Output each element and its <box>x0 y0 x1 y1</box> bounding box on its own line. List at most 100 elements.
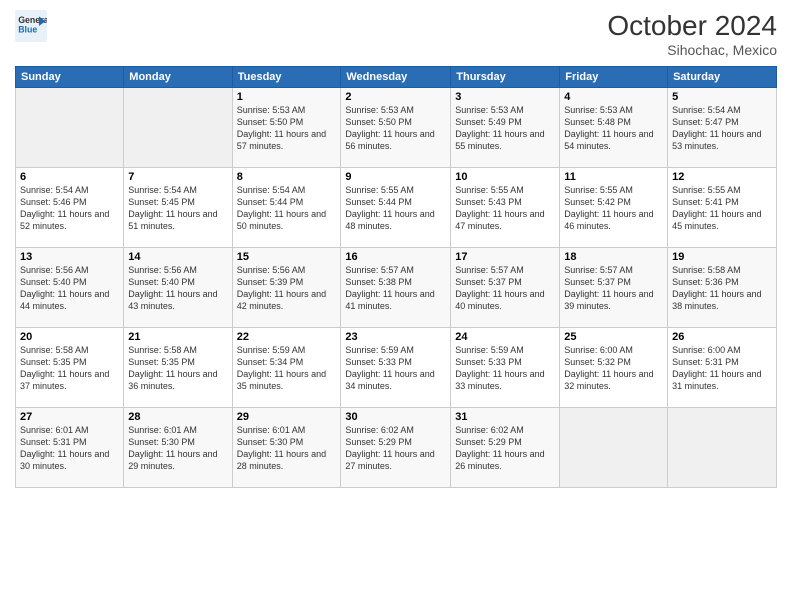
day-number: 1 <box>237 91 337 103</box>
day-number: 6 <box>20 171 119 183</box>
day-cell: 1Sunrise: 5:53 AM Sunset: 5:50 PM Daylig… <box>232 88 341 168</box>
page-container: General Blue October 2024 Sihochac, Mexi… <box>0 0 792 612</box>
day-number: 22 <box>237 331 337 343</box>
day-number: 8 <box>237 171 337 183</box>
day-number: 3 <box>455 91 555 103</box>
day-number: 14 <box>128 251 227 263</box>
day-cell: 10Sunrise: 5:55 AM Sunset: 5:43 PM Dayli… <box>451 168 560 248</box>
calendar-header-row: Sunday Monday Tuesday Wednesday Thursday… <box>16 67 777 88</box>
day-info: Sunrise: 5:53 AM Sunset: 5:50 PM Dayligh… <box>345 104 446 153</box>
day-cell: 30Sunrise: 6:02 AM Sunset: 5:29 PM Dayli… <box>341 408 451 488</box>
day-number: 10 <box>455 171 555 183</box>
day-cell: 20Sunrise: 5:58 AM Sunset: 5:35 PM Dayli… <box>16 328 124 408</box>
day-number: 9 <box>345 171 446 183</box>
day-cell: 17Sunrise: 5:57 AM Sunset: 5:37 PM Dayli… <box>451 248 560 328</box>
day-info: Sunrise: 5:58 AM Sunset: 5:35 PM Dayligh… <box>128 344 227 393</box>
day-info: Sunrise: 5:54 AM Sunset: 5:45 PM Dayligh… <box>128 184 227 233</box>
day-info: Sunrise: 6:01 AM Sunset: 5:30 PM Dayligh… <box>128 424 227 473</box>
day-cell: 21Sunrise: 5:58 AM Sunset: 5:35 PM Dayli… <box>124 328 232 408</box>
day-cell: 27Sunrise: 6:01 AM Sunset: 5:31 PM Dayli… <box>16 408 124 488</box>
day-number: 24 <box>455 331 555 343</box>
day-cell: 2Sunrise: 5:53 AM Sunset: 5:50 PM Daylig… <box>341 88 451 168</box>
day-info: Sunrise: 5:53 AM Sunset: 5:48 PM Dayligh… <box>564 104 663 153</box>
header-sunday: Sunday <box>16 67 124 88</box>
week-row-0: 1Sunrise: 5:53 AM Sunset: 5:50 PM Daylig… <box>16 88 777 168</box>
day-cell: 3Sunrise: 5:53 AM Sunset: 5:49 PM Daylig… <box>451 88 560 168</box>
day-number: 5 <box>672 91 772 103</box>
svg-text:Blue: Blue <box>18 24 37 34</box>
day-info: Sunrise: 5:56 AM Sunset: 5:40 PM Dayligh… <box>128 264 227 313</box>
day-cell: 31Sunrise: 6:02 AM Sunset: 5:29 PM Dayli… <box>451 408 560 488</box>
day-cell: 24Sunrise: 5:59 AM Sunset: 5:33 PM Dayli… <box>451 328 560 408</box>
day-number: 25 <box>564 331 663 343</box>
day-info: Sunrise: 6:00 AM Sunset: 5:32 PM Dayligh… <box>564 344 663 393</box>
day-info: Sunrise: 5:57 AM Sunset: 5:38 PM Dayligh… <box>345 264 446 313</box>
day-info: Sunrise: 5:54 AM Sunset: 5:44 PM Dayligh… <box>237 184 337 233</box>
day-cell: 14Sunrise: 5:56 AM Sunset: 5:40 PM Dayli… <box>124 248 232 328</box>
day-info: Sunrise: 6:02 AM Sunset: 5:29 PM Dayligh… <box>455 424 555 473</box>
logo-icon: General Blue <box>15 10 47 42</box>
day-number: 19 <box>672 251 772 263</box>
day-info: Sunrise: 5:54 AM Sunset: 5:47 PM Dayligh… <box>672 104 772 153</box>
day-info: Sunrise: 5:58 AM Sunset: 5:36 PM Dayligh… <box>672 264 772 313</box>
day-info: Sunrise: 6:00 AM Sunset: 5:31 PM Dayligh… <box>672 344 772 393</box>
day-number: 12 <box>672 171 772 183</box>
day-number: 29 <box>237 411 337 423</box>
week-row-4: 27Sunrise: 6:01 AM Sunset: 5:31 PM Dayli… <box>16 408 777 488</box>
day-cell: 15Sunrise: 5:56 AM Sunset: 5:39 PM Dayli… <box>232 248 341 328</box>
header-tuesday: Tuesday <box>232 67 341 88</box>
day-cell: 13Sunrise: 5:56 AM Sunset: 5:40 PM Dayli… <box>16 248 124 328</box>
day-number: 7 <box>128 171 227 183</box>
header-saturday: Saturday <box>668 67 777 88</box>
day-info: Sunrise: 5:55 AM Sunset: 5:42 PM Dayligh… <box>564 184 663 233</box>
subtitle: Sihochac, Mexico <box>607 42 777 58</box>
day-cell <box>560 408 668 488</box>
day-info: Sunrise: 5:56 AM Sunset: 5:39 PM Dayligh… <box>237 264 337 313</box>
day-number: 13 <box>20 251 119 263</box>
week-row-2: 13 Sunrise: 5:56 AM Sunset: 5:40 PM Dayli… <box>16 248 777 328</box>
day-info: Sunrise: 5:59 AM Sunset: 5:33 PM Dayligh… <box>455 344 555 393</box>
day-cell: 12Sunrise: 5:55 AM Sunset: 5:41 PM Dayli… <box>668 168 777 248</box>
header-monday: Monday <box>124 67 232 88</box>
week-row-1: 6Sunrise: 5:54 AM Sunset: 5:46 PM Daylig… <box>16 168 777 248</box>
day-info: Sunrise: 6:01 AM Sunset: 5:31 PM Dayligh… <box>20 424 119 473</box>
header-thursday: Thursday <box>451 67 560 88</box>
day-number: 31 <box>455 411 555 423</box>
day-info: Sunrise: 5:54 AM Sunset: 5:46 PM Dayligh… <box>20 184 119 233</box>
day-cell: 11Sunrise: 5:55 AM Sunset: 5:42 PM Dayli… <box>560 168 668 248</box>
week-row-3: 20Sunrise: 5:58 AM Sunset: 5:35 PM Dayli… <box>16 328 777 408</box>
day-cell: 7Sunrise: 5:54 AM Sunset: 5:45 PM Daylig… <box>124 168 232 248</box>
day-info: Sunrise: 5:57 AM Sunset: 5:37 PM Dayligh… <box>455 264 555 313</box>
day-cell: 19Sunrise: 5:58 AM Sunset: 5:36 PM Dayli… <box>668 248 777 328</box>
day-cell: 8Sunrise: 5:54 AM Sunset: 5:44 PM Daylig… <box>232 168 341 248</box>
day-number: 28 <box>128 411 227 423</box>
day-number: 23 <box>345 331 446 343</box>
logo: General Blue <box>15 10 47 42</box>
header-wednesday: Wednesday <box>341 67 451 88</box>
day-info: Sunrise: 5:58 AM Sunset: 5:35 PM Dayligh… <box>20 344 119 393</box>
title-section: October 2024 Sihochac, Mexico <box>607 10 777 58</box>
header: General Blue October 2024 Sihochac, Mexi… <box>15 10 777 58</box>
day-info: Sunrise: 5:55 AM Sunset: 5:43 PM Dayligh… <box>455 184 555 233</box>
day-number: 15 <box>237 251 337 263</box>
day-cell <box>16 88 124 168</box>
day-info: Sunrise: 5:55 AM Sunset: 5:44 PM Dayligh… <box>345 184 446 233</box>
day-cell: 26Sunrise: 6:00 AM Sunset: 5:31 PM Dayli… <box>668 328 777 408</box>
day-cell: 23Sunrise: 5:59 AM Sunset: 5:33 PM Dayli… <box>341 328 451 408</box>
day-number: 27 <box>20 411 119 423</box>
day-cell: 6Sunrise: 5:54 AM Sunset: 5:46 PM Daylig… <box>16 168 124 248</box>
day-cell: 22Sunrise: 5:59 AM Sunset: 5:34 PM Dayli… <box>232 328 341 408</box>
day-number: 17 <box>455 251 555 263</box>
day-number: 30 <box>345 411 446 423</box>
day-number: 18 <box>564 251 663 263</box>
day-info: Sunrise: 5:53 AM Sunset: 5:49 PM Dayligh… <box>455 104 555 153</box>
day-info: Sunrise: 6:01 AM Sunset: 5:30 PM Dayligh… <box>237 424 337 473</box>
day-number: 11 <box>564 171 663 183</box>
calendar-table: Sunday Monday Tuesday Wednesday Thursday… <box>15 66 777 488</box>
day-cell <box>668 408 777 488</box>
day-number: 2 <box>345 91 446 103</box>
day-info: Sunrise: 5:59 AM Sunset: 5:33 PM Dayligh… <box>345 344 446 393</box>
day-info: Sunrise: 5:53 AM Sunset: 5:50 PM Dayligh… <box>237 104 337 153</box>
day-number: 20 <box>20 331 119 343</box>
month-title: October 2024 <box>607 10 777 42</box>
